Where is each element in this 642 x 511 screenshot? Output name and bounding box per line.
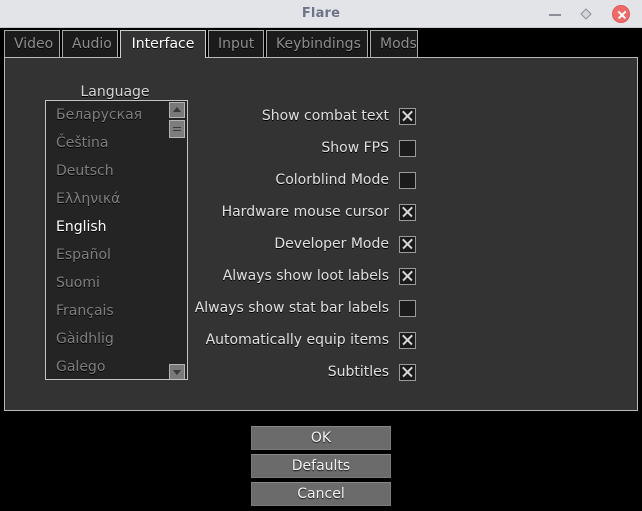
option-row[interactable]: Developer Mode [200, 228, 416, 260]
language-item[interactable]: Gàidhlig [46, 325, 187, 353]
option-checkbox[interactable] [399, 363, 416, 381]
maximize-icon [580, 8, 592, 20]
option-label: Always show stat bar labels [194, 300, 389, 316]
scrollbar-thumb[interactable] [169, 120, 185, 138]
option-label: Show combat text [261, 108, 389, 124]
option-label: Subtitles [327, 364, 389, 380]
grip-line [173, 130, 181, 131]
cancel-button[interactable]: Cancel [251, 482, 391, 506]
language-list: Беларуская Čeština Deutsch Ελληνικά English E… [46, 101, 187, 379]
flare-settings-window: Flare Video Audio Interface Input Keybinding… [0, 0, 642, 511]
minimize-icon [549, 14, 561, 16]
tab-interface[interactable]: Interface [120, 30, 206, 58]
language-item[interactable]: Suomi [46, 269, 187, 297]
defaults-button[interactable]: Defaults [251, 454, 391, 478]
language-listbox[interactable]: Беларуская Čeština Deutsch Ελληνικά English E… [45, 100, 188, 380]
language-item[interactable]: Deutsch [46, 157, 187, 185]
option-row[interactable]: Colorblind Mode [200, 164, 416, 196]
scroll-down-button[interactable] [169, 364, 185, 379]
scroll-up-button[interactable] [169, 102, 185, 118]
language-item[interactable]: Ελληνικά [46, 185, 187, 213]
chevron-down-icon [173, 370, 181, 375]
option-checkbox[interactable] [399, 203, 416, 221]
dialog-buttons: OK Defaults Cancel [251, 426, 391, 510]
option-row[interactable]: Show combat text [200, 100, 416, 132]
language-item[interactable]: English [46, 213, 187, 241]
close-button[interactable] [612, 5, 630, 23]
language-item[interactable]: Español [46, 241, 187, 269]
title-bar: Flare [0, 0, 642, 28]
maximize-button[interactable] [577, 5, 595, 23]
language-item[interactable]: Беларуская [46, 101, 187, 129]
minimize-button[interactable] [546, 5, 564, 23]
close-icon [612, 5, 630, 23]
option-label: Developer Mode [274, 236, 389, 252]
option-label: Automatically equip items [205, 332, 389, 348]
language-scrollbar[interactable] [168, 102, 186, 379]
option-checkbox[interactable] [399, 235, 416, 253]
language-item[interactable]: Français [46, 297, 187, 325]
option-row[interactable]: Always show loot labels [200, 260, 416, 292]
option-checkbox[interactable] [399, 107, 416, 125]
option-checkbox[interactable] [399, 139, 416, 157]
option-checkbox[interactable] [399, 267, 416, 285]
language-label: Language [80, 84, 150, 100]
tab-bar: Video Audio Interface Input Keybindings Mods [0, 29, 642, 58]
language-item[interactable]: Galego [46, 353, 187, 379]
option-row[interactable]: Automatically equip items [200, 324, 416, 356]
tab-input[interactable]: Input [208, 30, 264, 58]
tab-keybindings[interactable]: Keybindings [266, 30, 368, 58]
option-checkbox[interactable] [399, 299, 416, 317]
chevron-up-icon [173, 107, 181, 112]
options-list: Show combat text Show FPS Colorblind Mode H… [195, 100, 416, 388]
tab-audio[interactable]: Audio [62, 30, 118, 58]
grip-line [173, 127, 181, 128]
language-item[interactable]: Čeština [46, 129, 187, 157]
tab-video[interactable]: Video [4, 30, 60, 58]
panel-top-border [4, 57, 638, 58]
option-row[interactable]: Subtitles [200, 356, 416, 388]
tab-mods[interactable]: Mods [370, 30, 418, 58]
ok-button[interactable]: OK [251, 426, 391, 450]
option-row[interactable]: Show FPS [200, 132, 416, 164]
option-checkbox[interactable] [399, 331, 416, 349]
option-label: Hardware mouse cursor [221, 204, 389, 220]
option-label: Always show loot labels [222, 268, 389, 284]
option-label: Colorblind Mode [275, 172, 389, 188]
option-label: Show FPS [321, 140, 389, 156]
option-row[interactable]: Hardware mouse cursor [200, 196, 416, 228]
option-checkbox[interactable] [399, 171, 416, 189]
option-row[interactable]: Always show stat bar labels [195, 292, 416, 324]
